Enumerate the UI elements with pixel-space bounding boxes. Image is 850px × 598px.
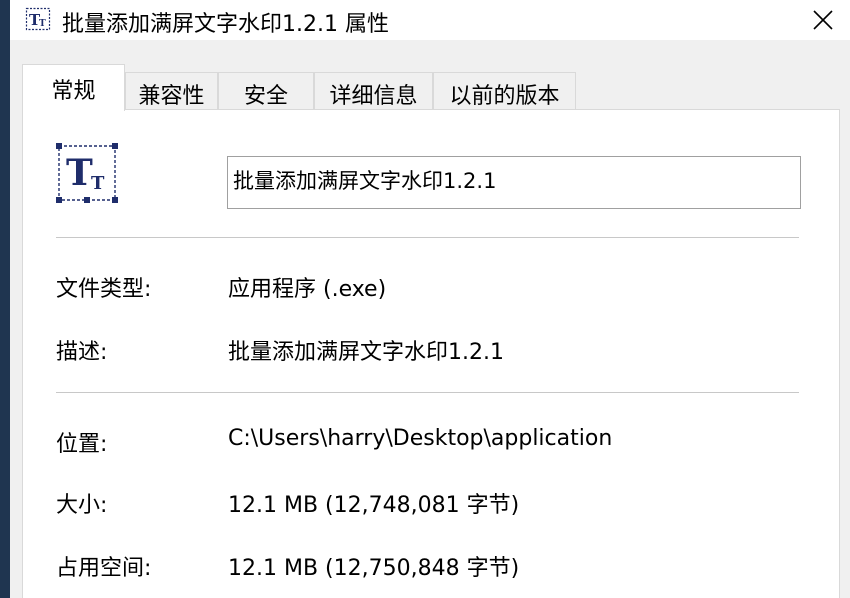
title-bar[interactable]: T T 批量添加满屏文字水印1.2.1 属性: [10, 0, 850, 40]
tab-details[interactable]: 详细信息: [314, 72, 433, 110]
tab-security[interactable]: 安全: [218, 72, 314, 110]
size-label: 大小:: [56, 493, 108, 518]
file-type-label: 文件类型:: [56, 277, 152, 302]
separator: [56, 237, 799, 238]
app-text-icon: T T: [56, 143, 118, 203]
size-on-disk-value: 12.1 MB (12,750,848 字节): [228, 556, 520, 581]
tab-compatibility[interactable]: 兼容性: [125, 72, 218, 110]
separator: [56, 392, 799, 393]
tab-general[interactable]: 常规: [22, 64, 125, 111]
size-on-disk-label: 占用空间:: [56, 556, 152, 581]
description-label: 描述:: [56, 340, 108, 365]
svg-text:T: T: [39, 19, 46, 29]
location-label: 位置:: [56, 432, 108, 457]
svg-text:T: T: [91, 173, 105, 194]
properties-window: T T 批量添加满屏文字水印1.2.1 属性 常规 兼容性 安全 详细信息 以前…: [10, 0, 850, 598]
location-value: C:\Users\harry\Desktop\application: [228, 426, 613, 451]
close-icon: [813, 10, 833, 30]
file-type-value: 应用程序 (.exe): [228, 277, 387, 302]
close-button[interactable]: [796, 0, 850, 40]
text-tt-icon: T T: [25, 7, 51, 31]
tab-previous-versions[interactable]: 以前的版本: [433, 72, 576, 110]
svg-text:T: T: [66, 152, 93, 194]
window-title: 批量添加满屏文字水印1.2.1 属性: [62, 12, 389, 37]
size-value: 12.1 MB (12,748,081 字节): [228, 493, 520, 518]
description-value: 批量添加满屏文字水印1.2.1: [228, 340, 504, 365]
file-name-field[interactable]: 批量添加满屏文字水印1.2.1: [227, 156, 801, 209]
